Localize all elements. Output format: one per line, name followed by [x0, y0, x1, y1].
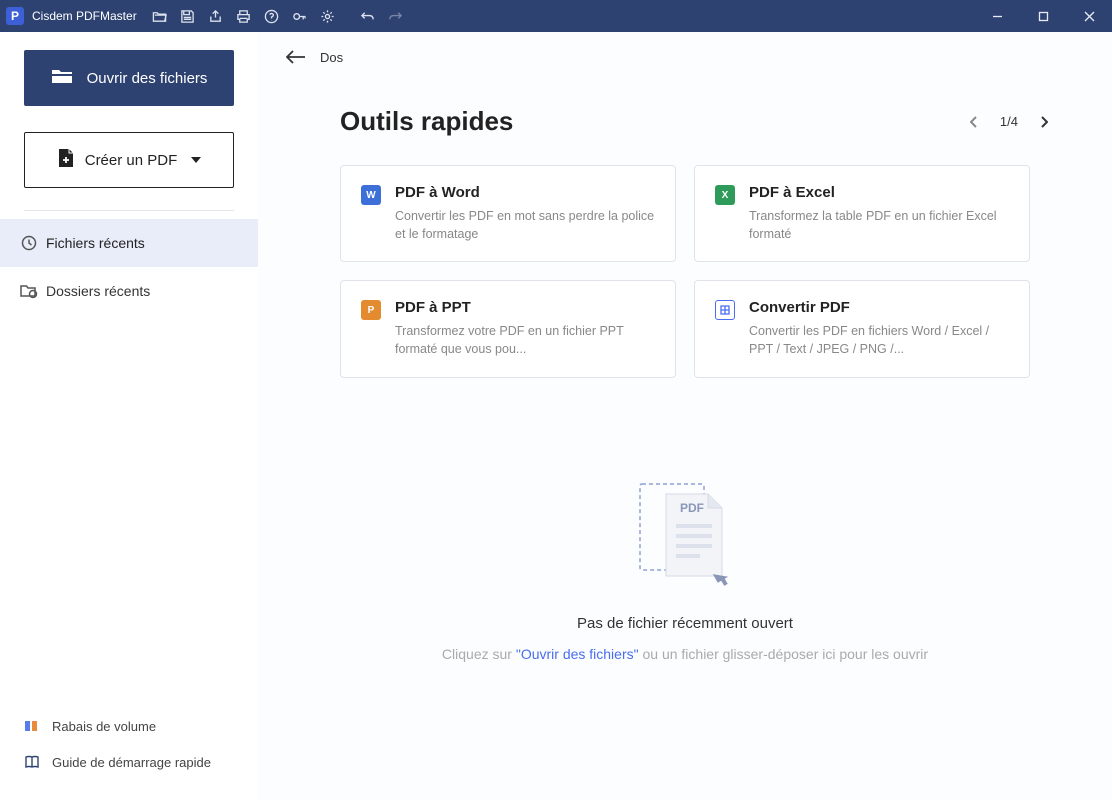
- save-icon[interactable]: [175, 3, 201, 29]
- app-logo: P: [6, 7, 24, 25]
- nav-recent-folders-label: Dossiers récents: [46, 283, 150, 299]
- tool-card-pdf-to-ppt[interactable]: P PDF à PPT Transformez votre PDF en un …: [340, 280, 676, 377]
- convert-icon: [715, 300, 735, 320]
- print-icon[interactable]: [231, 3, 257, 29]
- quick-start-link[interactable]: Guide de démarrage rapide: [0, 744, 258, 780]
- minimize-button[interactable]: [974, 0, 1020, 32]
- card-title: PDF à Excel: [749, 184, 1009, 201]
- empty-state[interactable]: PDF Pas de fichier récemment ouvert Cliq…: [258, 378, 1112, 800]
- word-icon: W: [361, 185, 381, 205]
- redo-icon: [383, 3, 409, 29]
- volume-discount-label: Rabais de volume: [52, 719, 156, 734]
- maximize-button[interactable]: [1020, 0, 1066, 32]
- create-pdf-label: Créer un PDF: [85, 152, 178, 169]
- book-icon: [24, 754, 40, 770]
- divider: [24, 210, 234, 211]
- svg-text:PDF: PDF: [680, 501, 704, 515]
- close-button[interactable]: [1066, 0, 1112, 32]
- card-desc: Transformez votre PDF en un fichier PPT …: [395, 322, 655, 358]
- empty-title: Pas de fichier récemment ouvert: [577, 615, 793, 632]
- sidebar: Ouvrir des fichiers Créer un PDF Fichier…: [0, 32, 258, 800]
- nav-recent-files-label: Fichiers récents: [46, 235, 145, 251]
- share-icon[interactable]: [203, 3, 229, 29]
- empty-subtitle: Cliquez sur "Ouvrir des fichiers" ou un …: [442, 646, 928, 662]
- folder-open-icon: [51, 67, 73, 89]
- folder-clock-icon: [20, 282, 38, 300]
- ppt-icon: P: [361, 300, 381, 320]
- pager-next[interactable]: [1036, 114, 1052, 130]
- tool-card-convert-pdf[interactable]: Convertir PDF Convertir les PDF en fichi…: [694, 280, 1030, 377]
- key-icon[interactable]: [287, 3, 313, 29]
- card-desc: Convertir les PDF en mot sans perdre la …: [395, 207, 655, 243]
- excel-icon: X: [715, 185, 735, 205]
- volume-discount-link[interactable]: Rabais de volume: [0, 708, 258, 744]
- clock-icon: [20, 234, 38, 252]
- chevron-down-icon: [191, 157, 201, 163]
- app-title: Cisdem PDFMaster: [32, 9, 137, 23]
- pager: 1/4: [966, 114, 1052, 130]
- main-area: Dos Outils rapides 1/4 W PDF à Word Conv…: [258, 32, 1112, 800]
- tools-heading: Outils rapides: [340, 106, 513, 137]
- nav-recent-files[interactable]: Fichiers récents: [0, 219, 258, 267]
- help-icon[interactable]: [259, 3, 285, 29]
- tag-icon: [24, 718, 40, 734]
- settings-icon[interactable]: [315, 3, 341, 29]
- open-files-inline-link[interactable]: "Ouvrir des fichiers": [516, 646, 639, 662]
- nav-recent-folders[interactable]: Dossiers récents: [0, 267, 258, 315]
- open-files-label: Ouvrir des fichiers: [87, 70, 208, 87]
- back-button[interactable]: Dos: [258, 32, 1112, 76]
- card-desc: Convertir les PDF en fichiers Word / Exc…: [749, 322, 1009, 358]
- card-title: PDF à PPT: [395, 299, 655, 316]
- open-files-button[interactable]: Ouvrir des fichiers: [24, 50, 234, 106]
- card-title: Convertir PDF: [749, 299, 1009, 316]
- undo-icon[interactable]: [355, 3, 381, 29]
- pager-prev[interactable]: [966, 114, 982, 130]
- tool-card-pdf-to-excel[interactable]: X PDF à Excel Transformez la table PDF e…: [694, 165, 1030, 262]
- back-label: Dos: [320, 50, 343, 65]
- file-plus-icon: [57, 148, 75, 172]
- quick-start-label: Guide de démarrage rapide: [52, 755, 211, 770]
- pager-text: 1/4: [1000, 114, 1018, 129]
- create-pdf-button[interactable]: Créer un PDF: [24, 132, 234, 188]
- card-desc: Transformez la table PDF en un fichier E…: [749, 207, 1009, 243]
- empty-illustration: PDF: [630, 476, 740, 591]
- open-icon[interactable]: [147, 3, 173, 29]
- tool-card-pdf-to-word[interactable]: W PDF à Word Convertir les PDF en mot sa…: [340, 165, 676, 262]
- titlebar: P Cisdem PDFMaster: [0, 0, 1112, 32]
- card-title: PDF à Word: [395, 184, 655, 201]
